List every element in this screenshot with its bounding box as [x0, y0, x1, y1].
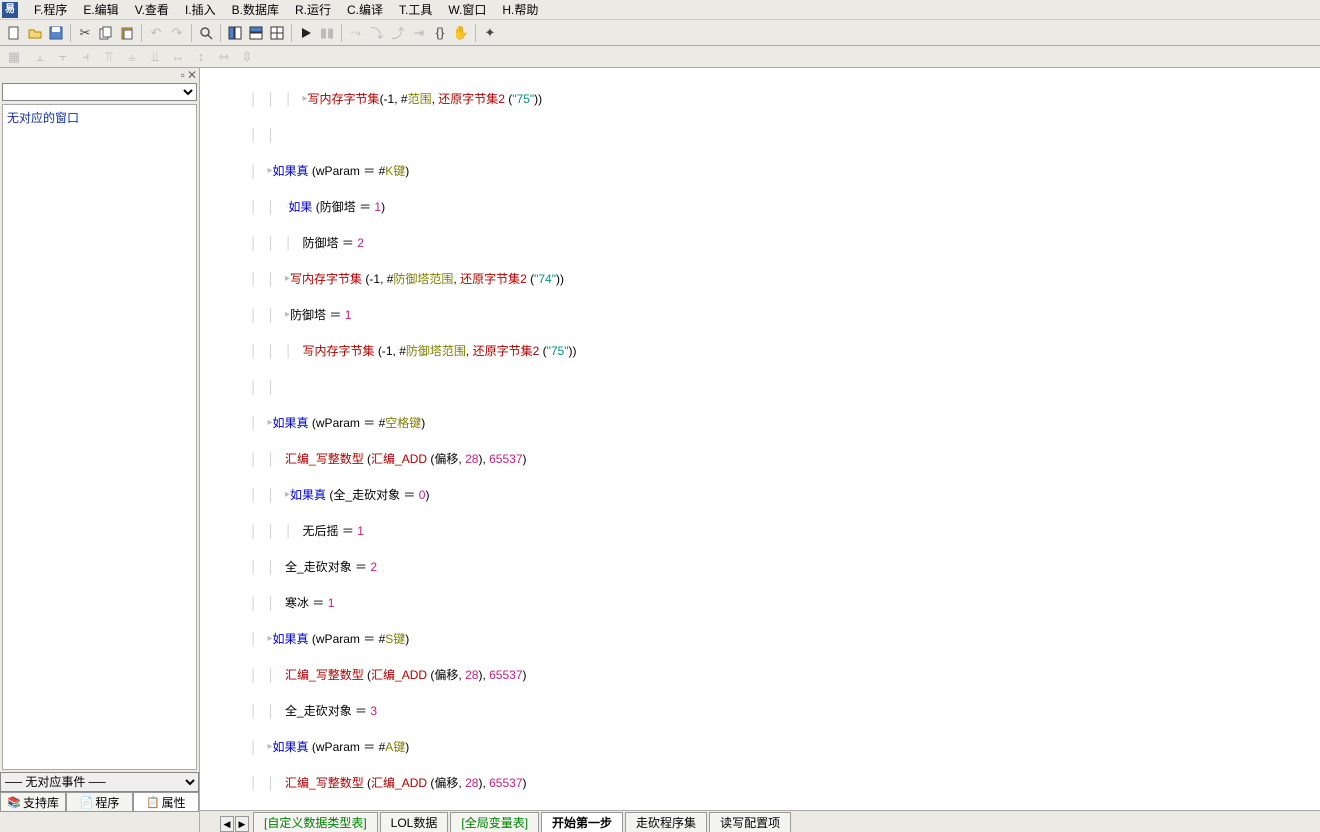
menu-program[interactable]: F.程序	[26, 0, 75, 20]
menu-edit[interactable]: E.编辑	[75, 0, 126, 20]
tab-program[interactable]: 📄 程序	[66, 792, 132, 812]
sidebar-header: ▫ ✕	[0, 68, 199, 82]
menu-compile[interactable]: C.编译	[339, 0, 391, 20]
toolbar-main: ✂ ↶ ↷ ▮▮ ⤳ ⤵ ⤴ ⇥ {} ✋ ✦	[0, 20, 1320, 46]
menu-insert[interactable]: I.插入	[177, 0, 224, 20]
tab-support[interactable]: 📚 支持库	[0, 792, 66, 812]
step-out-icon[interactable]: ⤴	[388, 23, 408, 43]
grid-icon[interactable]: ▦	[4, 47, 24, 67]
pin-icon[interactable]: ▫	[181, 68, 185, 82]
new-icon[interactable]	[4, 23, 24, 43]
btab-lol[interactable]: LOL数据	[380, 812, 449, 832]
dist-h-icon[interactable]: ↔	[168, 47, 188, 67]
copy-icon[interactable]	[96, 23, 116, 43]
run-icon[interactable]	[296, 23, 316, 43]
window-combo[interactable]	[2, 83, 197, 101]
save-icon[interactable]	[46, 23, 66, 43]
menu-view[interactable]: V.查看	[127, 0, 177, 20]
menu-window[interactable]: W.窗口	[440, 0, 494, 20]
btab-kite[interactable]: 走砍程序集	[625, 812, 707, 832]
close-panel-icon[interactable]: ✕	[187, 68, 197, 82]
align-bot-icon[interactable]: ⫫	[145, 47, 165, 67]
layout2-icon[interactable]	[246, 23, 266, 43]
sidebar: ▫ ✕ 无对应的窗口 ── 无对应事件 ── 📚 支持库 📄 程序 📋 属性	[0, 68, 200, 832]
btab-step1[interactable]: 开始第一步	[541, 812, 623, 832]
sparkle-icon[interactable]: ✦	[480, 23, 500, 43]
menu-help[interactable]: H.帮助	[494, 0, 546, 20]
paste-icon[interactable]	[117, 23, 137, 43]
align-center-icon[interactable]: ⫟	[53, 47, 73, 67]
braces-icon[interactable]: {}	[430, 23, 450, 43]
main-area: ▫ ✕ 无对应的窗口 ── 无对应事件 ── 📚 支持库 📄 程序 📋 属性 │…	[0, 68, 1320, 832]
event-combo[interactable]: ── 无对应事件 ──	[0, 772, 199, 792]
hand-icon[interactable]: ✋	[451, 23, 471, 43]
layout1-icon[interactable]	[225, 23, 245, 43]
pause-icon[interactable]: ▮▮	[317, 23, 337, 43]
align-mid-icon[interactable]: ⫨	[122, 47, 142, 67]
window-tree[interactable]: 无对应的窗口	[2, 104, 197, 770]
same-w-icon[interactable]: ⇿	[214, 47, 234, 67]
run-to-icon[interactable]: ⇥	[409, 23, 429, 43]
tab-scroll-right-icon[interactable]: ▶	[235, 816, 249, 832]
tab-properties[interactable]: 📋 属性	[133, 792, 199, 812]
find-icon[interactable]	[196, 23, 216, 43]
open-icon[interactable]	[25, 23, 45, 43]
menubar: F.程序 E.编辑 V.查看 I.插入 B.数据库 R.运行 C.编译 T.工具…	[0, 0, 1320, 20]
align-top-icon[interactable]: ⫪	[99, 47, 119, 67]
align-left-icon[interactable]: ⫠	[30, 47, 50, 67]
dist-v-icon[interactable]: ↕	[191, 47, 211, 67]
bottom-tabs: ◀ ▶ [自定义数据类型表] LOL数据 [全局变量表] 开始第一步 走砍程序集…	[200, 810, 1320, 832]
code-editor[interactable]: │ │ │ ▸ 写内存字节集(-1, #范围, 还原字节集2 ("75")) │…	[200, 68, 1320, 810]
menu-database[interactable]: B.数据库	[224, 0, 287, 20]
step-over-icon[interactable]: ⤳	[346, 23, 366, 43]
toolbar-align: ▦ ⫠ ⫟ ⫞ ⫪ ⫨ ⫫ ↔ ↕ ⇿ ⇳	[0, 46, 1320, 68]
btab-globals[interactable]: [全局变量表]	[450, 812, 539, 832]
menu-tools[interactable]: T.工具	[391, 0, 440, 20]
cut-icon[interactable]: ✂	[75, 23, 95, 43]
app-logo: 易	[2, 2, 18, 18]
align-right-icon[interactable]: ⫞	[76, 47, 96, 67]
tab-scroll-left-icon[interactable]: ◀	[220, 816, 234, 832]
menu-run[interactable]: R.运行	[287, 0, 339, 20]
btab-types[interactable]: [自定义数据类型表]	[253, 812, 378, 832]
step-into-icon[interactable]: ⤵	[367, 23, 387, 43]
same-h-icon[interactable]: ⇳	[237, 47, 257, 67]
no-match-label: 无对应的窗口	[7, 111, 79, 125]
undo-icon[interactable]: ↶	[146, 23, 166, 43]
redo-icon[interactable]: ↷	[167, 23, 187, 43]
layout3-icon[interactable]	[267, 23, 287, 43]
btab-config[interactable]: 读写配置项	[709, 812, 791, 832]
